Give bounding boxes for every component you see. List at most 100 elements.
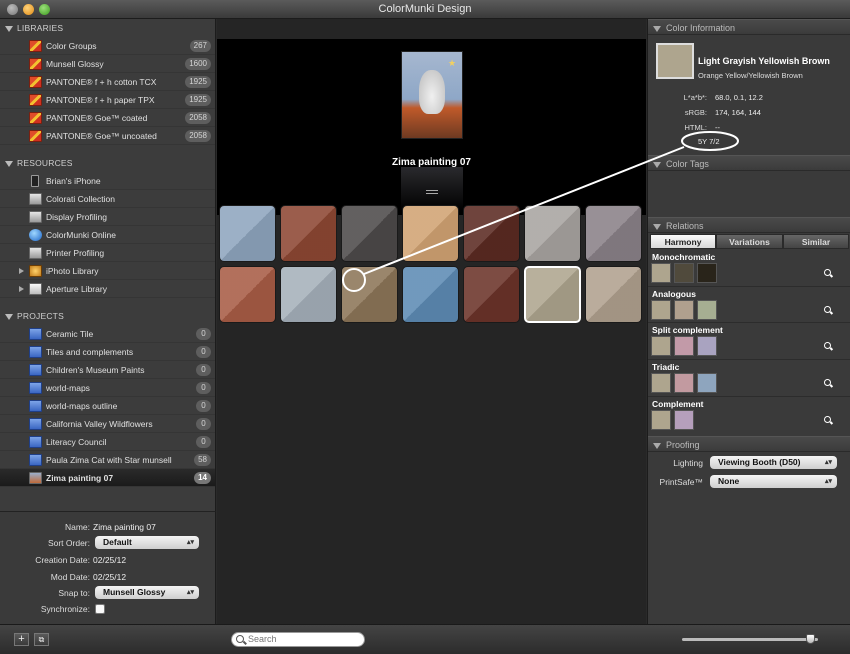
sidebar-item-california-wildflowers[interactable]: California Valley Wildflowers 0 [0, 415, 215, 433]
sidebar-item-iphone[interactable]: Brian's iPhone [0, 172, 215, 190]
relations-header[interactable]: Relations [648, 217, 850, 233]
color-swatch[interactable] [463, 205, 520, 262]
sidebar-item-world-maps[interactable]: world-maps 0 [0, 379, 215, 397]
color-swatch[interactable] [280, 205, 337, 262]
tab-similar[interactable]: Similar [783, 234, 849, 249]
sidebar-item-display-profiling[interactable]: Display Profiling [0, 208, 215, 226]
proofing-header[interactable]: Proofing [648, 436, 850, 452]
sidebar-item-colormunki-online[interactable]: ColorMunki Online [0, 226, 215, 244]
add-project-button[interactable]: + [14, 633, 29, 646]
color-swatch[interactable] [524, 266, 581, 323]
updown-arrows-icon: ▴▾ [824, 478, 832, 485]
resize-handle[interactable] [426, 190, 438, 194]
color-swatch[interactable] [585, 266, 642, 323]
close-window-button[interactable] [7, 4, 18, 15]
synchronize-label: Synchronize: [40, 604, 90, 614]
magnify-icon[interactable] [824, 416, 831, 423]
harmony-swatch[interactable] [697, 336, 717, 356]
sidebar-item-world-maps-outline[interactable]: world-maps outline 0 [0, 397, 215, 415]
harmony-swatch[interactable] [651, 300, 671, 320]
magnify-icon[interactable] [824, 342, 831, 349]
color-swatch[interactable] [585, 205, 642, 262]
color-swatch[interactable] [402, 205, 459, 262]
sidebar-item-childrens-museum[interactable]: Children's Museum Paints 0 [0, 361, 215, 379]
cat-figure [419, 70, 445, 114]
projects-header[interactable]: PROJECTS [0, 307, 215, 325]
zoom-slider[interactable] [682, 634, 818, 644]
sidebar-item-printer-profiling[interactable]: Printer Profiling [0, 244, 215, 262]
magnify-icon[interactable] [824, 269, 831, 276]
harmony-swatch[interactable] [651, 336, 671, 356]
sidebar-item-pantone-goe-coated[interactable]: PANTONE® Goe™ coated 2058 [0, 109, 215, 127]
srgb-value: 174, 164, 144 [715, 108, 761, 117]
libraries-header[interactable]: LIBRARIES [0, 19, 215, 37]
sort-order-label: Sort Order: [47, 538, 90, 548]
sidebar-item-color-groups[interactable]: Color Groups 267 [0, 37, 215, 55]
color-swatch[interactable] [219, 205, 276, 262]
lab-value: 68.0, 0.1, 12.2 [715, 93, 763, 102]
harmony-swatch[interactable] [651, 373, 671, 393]
color-information-header[interactable]: Color Information [648, 19, 850, 35]
sidebar-item-pantone-goe-uncoated[interactable]: PANTONE® Goe™ uncoated 2058 [0, 127, 215, 145]
library-icon [29, 76, 42, 88]
resources-header[interactable]: RESOURCES [0, 154, 215, 172]
search-field[interactable]: Search [231, 632, 365, 647]
sidebar-item-pantone-paper[interactable]: PANTONE® f + h paper TPX 1925 [0, 91, 215, 109]
tab-harmony[interactable]: Harmony [650, 234, 716, 249]
sidebar-item-paula-zima-cat[interactable]: Paula Zima Cat with Star munsell 58 [0, 451, 215, 469]
sidebar-item-munsell-glossy[interactable]: Munsell Glossy 1600 [0, 55, 215, 73]
color-swatch[interactable] [341, 266, 398, 323]
color-swatch[interactable] [524, 205, 581, 262]
search-icon [236, 635, 244, 643]
disclosure-triangle-icon[interactable] [19, 286, 24, 292]
harmony-swatch[interactable] [674, 410, 694, 430]
zoom-window-button[interactable] [39, 4, 50, 15]
snap-to-select[interactable]: Munsell Glossy ▴▾ [95, 586, 199, 599]
harmony-swatch[interactable] [674, 336, 694, 356]
synchronize-checkbox[interactable] [95, 604, 105, 614]
count-badge: 0 [196, 382, 211, 394]
count-badge: 0 [196, 418, 211, 430]
harmony-swatch[interactable] [674, 373, 694, 393]
magnify-icon[interactable] [824, 306, 831, 313]
color-swatch[interactable] [463, 266, 520, 323]
magnify-icon[interactable] [824, 379, 831, 386]
project-settings-button[interactable]: ⧉ [34, 633, 49, 646]
color-swatch[interactable] [219, 266, 276, 323]
color-tags-header[interactable]: Color Tags [648, 155, 850, 171]
disclosure-triangle-icon[interactable] [19, 268, 24, 274]
sidebar-item-zima-painting-07[interactable]: Zima painting 07 14 [0, 469, 215, 487]
color-swatch[interactable] [402, 266, 459, 323]
minimize-window-button[interactable] [23, 4, 34, 15]
zoom-slider-knob[interactable] [806, 634, 815, 644]
library-icon [29, 94, 42, 106]
sidebar-item-iphoto-library[interactable]: iPhoto Library [0, 262, 215, 280]
harmony-swatch[interactable] [651, 410, 671, 430]
color-swatch[interactable] [341, 205, 398, 262]
sidebar-item-literacy-council[interactable]: Literacy Council 0 [0, 433, 215, 451]
harmony-group-label: Analogous [652, 289, 696, 299]
sort-order-select[interactable]: Default ▴▾ [95, 536, 199, 549]
painting-image[interactable]: ★ [401, 51, 463, 139]
tab-variations[interactable]: Variations [716, 234, 783, 249]
harmony-swatch[interactable] [697, 300, 717, 320]
sidebar-item-colorati[interactable]: Colorati Collection [0, 190, 215, 208]
sidebar-item-tiles-complements[interactable]: Tiles and complements 0 [0, 343, 215, 361]
updown-arrows-icon: ▴▾ [186, 589, 194, 596]
lighting-select[interactable]: Viewing Booth (D50) ▴▾ [710, 456, 837, 469]
harmony-swatch[interactable] [674, 300, 694, 320]
sidebar-item-ceramic-tile[interactable]: Ceramic Tile 0 [0, 325, 215, 343]
disclosure-triangle-icon [653, 442, 661, 449]
name-value[interactable]: Zima painting 07 [93, 520, 156, 534]
color-swatch[interactable] [280, 266, 337, 323]
iphone-icon [31, 175, 39, 187]
printsafe-select[interactable]: None ▴▾ [710, 475, 837, 488]
harmony-swatch[interactable] [651, 263, 671, 283]
project-icon [29, 346, 42, 358]
sidebar-item-aperture-library[interactable]: Aperture Library [0, 280, 215, 298]
star-icon: ★ [448, 58, 457, 68]
harmony-swatch[interactable] [674, 263, 694, 283]
sidebar-item-pantone-cotton[interactable]: PANTONE® f + h cotton TCX 1925 [0, 73, 215, 91]
harmony-swatch[interactable] [697, 263, 717, 283]
harmony-swatch[interactable] [697, 373, 717, 393]
